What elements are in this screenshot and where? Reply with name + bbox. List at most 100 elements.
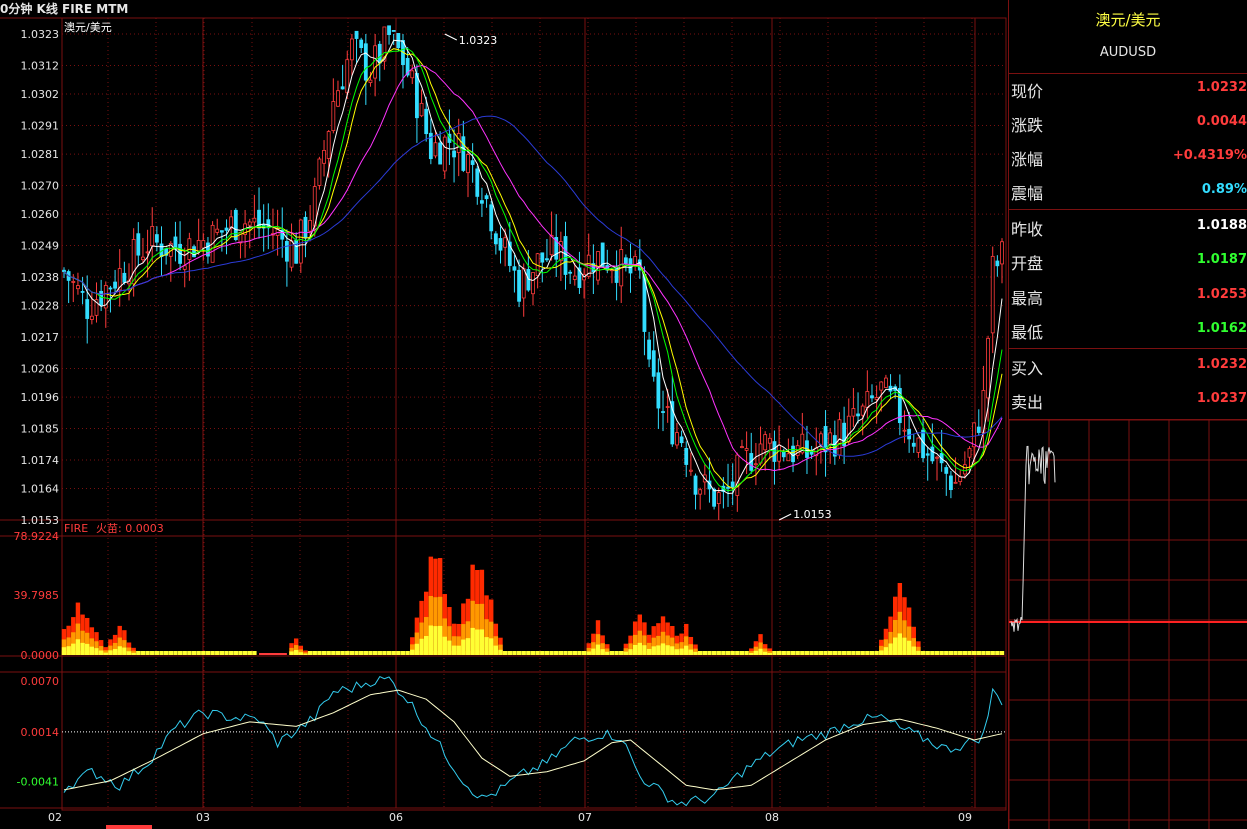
mtm-tick-label: -0.0041	[17, 776, 59, 789]
fire-flame-core	[447, 640, 452, 655]
candle-body	[196, 239, 201, 252]
candle-body	[698, 489, 703, 495]
fire-base	[976, 651, 981, 655]
mtm-tick-label: 0.0070	[21, 675, 60, 688]
candle-body	[647, 339, 651, 360]
candle	[173, 221, 178, 262]
fire-flame-core	[437, 625, 443, 655]
candle-body	[201, 240, 206, 249]
low-marker	[778, 513, 792, 521]
candle	[187, 232, 192, 281]
fire-flame-core	[103, 652, 108, 655]
scroll-indicator	[106, 825, 152, 829]
candle-body	[419, 102, 424, 117]
candle-body	[363, 43, 368, 81]
fire-flame-core	[80, 642, 85, 655]
candle-body	[972, 422, 977, 448]
fire-base	[168, 651, 174, 655]
candle-body	[154, 234, 159, 243]
candle-body	[777, 444, 782, 462]
candle-body	[990, 255, 995, 334]
fire-base	[818, 651, 824, 655]
fire-flame-core	[642, 645, 647, 655]
fire-flame-core	[442, 636, 447, 655]
fire-base	[567, 651, 573, 655]
fire-base	[177, 651, 183, 655]
fire-base	[382, 651, 387, 655]
candle	[192, 244, 196, 258]
candle-body	[791, 445, 795, 463]
candle-body	[461, 136, 466, 171]
fire-base	[823, 651, 828, 655]
candle-body	[350, 38, 354, 61]
candle-body	[856, 413, 860, 417]
candle-body	[131, 239, 136, 285]
candle-body	[572, 275, 577, 280]
candle	[336, 80, 340, 108]
candle-body	[907, 429, 912, 440]
candle-body	[925, 453, 930, 456]
candle	[243, 209, 247, 258]
candle-body	[493, 233, 498, 245]
fire-base	[238, 651, 243, 655]
candle-body	[916, 437, 921, 453]
candle-body	[967, 448, 972, 458]
fire-base	[405, 651, 410, 655]
quote-value: 1.0253	[1196, 287, 1247, 302]
fire-flame-core	[911, 646, 916, 655]
fire-base	[851, 651, 856, 655]
fire-base	[735, 651, 740, 655]
candle-body	[531, 272, 535, 295]
candle-body	[953, 481, 958, 484]
candle	[633, 250, 638, 271]
candle	[688, 452, 693, 476]
candle-body	[354, 30, 359, 39]
candle	[210, 221, 215, 263]
candle-body	[303, 216, 308, 239]
fire-flame-core	[679, 648, 684, 655]
fire-flame-core	[897, 633, 903, 655]
fire-base	[335, 651, 341, 655]
candle	[438, 131, 443, 165]
candle-body	[540, 252, 545, 263]
fire-base	[795, 651, 800, 655]
candle-body	[284, 241, 289, 262]
candle	[925, 446, 930, 481]
low-label: 1.0153	[793, 508, 832, 521]
fire-base	[205, 651, 211, 655]
quote-value: 1.0232	[1196, 357, 1247, 372]
candle-body	[326, 131, 331, 159]
quote-row: 最高 1.0253	[1009, 279, 1247, 313]
high-label: 1.0323	[459, 34, 498, 47]
fire-base	[716, 651, 721, 655]
price-tick-label: 1.0228	[21, 300, 60, 313]
candle-body	[716, 492, 721, 505]
candle	[777, 425, 782, 471]
candle-body	[391, 30, 396, 32]
candle-body	[675, 432, 679, 446]
candle	[749, 432, 754, 474]
candle	[558, 231, 563, 282]
quote-row: 卖出 1.0237	[1009, 383, 1247, 417]
candle-body	[976, 426, 981, 433]
x-tick-label: 03	[196, 811, 210, 824]
candle	[1000, 238, 1004, 284]
candle-body	[874, 397, 879, 400]
chart-area[interactable]: 0分钟 K线 FIRE MTM 澳元/美元 1.0323 1.0153 FIRE 火苗…	[0, 0, 1008, 829]
chart-header: 0分钟 K线 FIRE MTM	[0, 1, 128, 16]
price-tick-label: 1.0164	[21, 483, 60, 496]
candle	[568, 269, 573, 284]
fire-base	[331, 651, 336, 655]
candle	[257, 187, 261, 239]
fire-base	[391, 651, 396, 655]
fire-flame-core	[595, 644, 601, 655]
candle-body	[911, 442, 916, 447]
mini-chart[interactable]	[1009, 420, 1247, 829]
candle-body	[860, 405, 865, 416]
price-tick-label: 1.0196	[21, 391, 60, 404]
fire-flame-core	[665, 645, 670, 655]
candle-body	[377, 43, 382, 64]
fire-base	[345, 651, 350, 655]
candle	[684, 441, 689, 478]
candle-body	[470, 160, 475, 165]
